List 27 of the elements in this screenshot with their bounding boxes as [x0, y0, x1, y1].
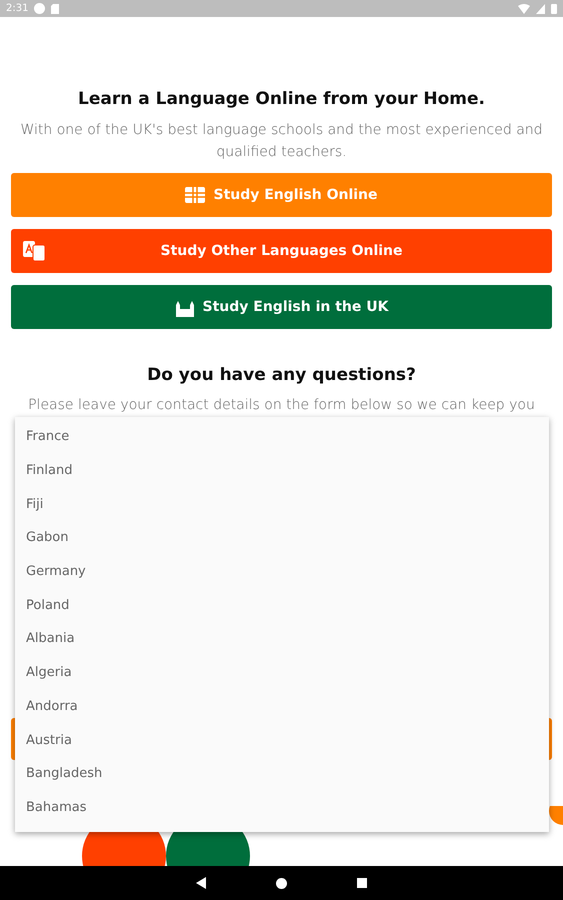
questions-text: Please leave your contact details on the form below so we can keep you — [28, 397, 535, 413]
home-icon[interactable] — [276, 878, 287, 888]
flag-icon — [185, 187, 206, 203]
sd-card-icon — [51, 4, 60, 14]
battery-icon — [551, 3, 557, 14]
country-option[interactable]: Algeria — [26, 665, 72, 680]
hero-subtitle: With one of the UK's best language schools and the most experienced and qualified teachers. — [19, 121, 544, 162]
translate-icon — [23, 241, 45, 261]
study-button[interactable]: Study Other Languages Online — [11, 229, 552, 273]
country-option[interactable]: Bahamas — [26, 800, 86, 815]
country-option[interactable]: Albania — [26, 631, 75, 646]
country-option[interactable]: Fiji — [26, 496, 44, 512]
questions-title: Do you have any questions? — [147, 365, 416, 385]
study-button[interactable]: Study English in the UK — [11, 285, 552, 329]
country-option[interactable]: Austria — [26, 732, 72, 748]
country-option[interactable]: Bangladesh — [26, 766, 102, 782]
hero-title: Learn a Language Online from your Home. — [78, 89, 486, 109]
country-option[interactable]: Germany — [26, 564, 86, 580]
country-option[interactable]: France — [26, 429, 70, 444]
signal-icon — [536, 4, 545, 14]
country-option[interactable]: Poland — [26, 598, 70, 613]
back-icon[interactable] — [196, 877, 206, 889]
country-option[interactable]: Gabon — [26, 530, 68, 546]
country-option[interactable]: Andorra — [26, 698, 78, 714]
wifi-icon — [518, 4, 530, 14]
country-option[interactable]: Finland — [26, 463, 72, 478]
status-time: 2:31 — [6, 3, 28, 14]
